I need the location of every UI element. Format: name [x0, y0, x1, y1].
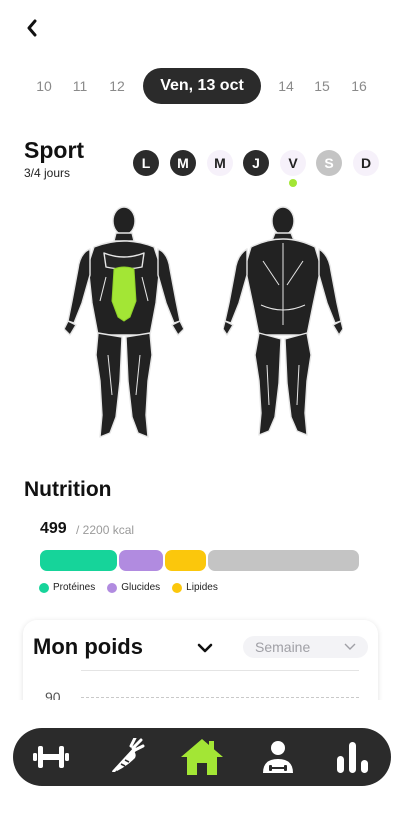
legend-label: Glucides — [121, 582, 161, 593]
legend-carbs: Glucides — [107, 582, 160, 593]
nav-workouts[interactable] — [28, 734, 74, 780]
card-divider — [81, 670, 359, 671]
kcal-value: 499 — [40, 520, 67, 537]
chevron-down-icon — [197, 643, 213, 653]
legend-label: Protéines — [53, 582, 96, 593]
weight-title: Mon poids — [33, 634, 143, 659]
body-front-icon[interactable] — [64, 205, 184, 441]
chevron-left-icon — [27, 19, 37, 37]
carbs-bar — [119, 550, 163, 571]
proteins-bar — [40, 550, 117, 571]
nav-profile[interactable] — [255, 734, 301, 780]
weekday-badge[interactable]: D — [353, 150, 379, 176]
legend-fats: Lipides — [172, 582, 218, 593]
nutrition-title: Nutrition — [24, 478, 112, 501]
weekday-badge[interactable]: J — [243, 150, 269, 176]
today-indicator — [289, 179, 297, 187]
date-strip: 10 11 12 Ven, 13 oct 14 15 16 — [0, 68, 404, 104]
dumbbell-icon — [33, 746, 69, 768]
home-icon — [181, 739, 223, 775]
nav-home[interactable] — [179, 734, 225, 780]
grid-line — [81, 697, 359, 698]
date-item[interactable]: 14 — [271, 68, 301, 104]
carbs-dot — [107, 582, 118, 593]
remaining-bar — [208, 550, 359, 571]
kcal-goal: / 2200 kcal — [76, 523, 135, 537]
proteins-dot — [39, 582, 49, 593]
body-back-icon[interactable] — [223, 205, 343, 441]
date-item[interactable]: 12 — [102, 68, 132, 104]
period-select-value: Semaine — [255, 639, 311, 655]
nav-nutrition[interactable] — [103, 734, 149, 780]
macro-legend: Protéines Glucides Lipides — [39, 582, 218, 593]
weekday-badge[interactable]: V — [280, 150, 306, 176]
sport-title: Sport — [24, 137, 85, 163]
nav-stats[interactable] — [330, 734, 376, 780]
weekday-badge[interactable]: L — [133, 150, 159, 176]
legend-proteins: Protéines — [39, 582, 95, 593]
date-item[interactable]: 11 — [65, 68, 95, 104]
back-button[interactable] — [20, 16, 44, 40]
period-select[interactable]: Semaine — [243, 636, 368, 658]
weekday-badge[interactable]: M — [170, 150, 196, 176]
weight-toggle-button[interactable] — [195, 638, 215, 658]
date-item[interactable]: 15 — [307, 68, 337, 104]
weekday-badge[interactable]: S — [316, 150, 342, 176]
date-item[interactable]: 16 — [344, 68, 374, 104]
chevron-down-icon — [344, 636, 356, 664]
selected-date[interactable]: Ven, 13 oct — [143, 68, 261, 104]
sport-progress: 3/4 jours — [24, 166, 71, 180]
legend-label: Lipides — [186, 582, 218, 593]
stats-icon — [337, 742, 368, 773]
fats-bar — [165, 550, 206, 571]
profile-icon — [263, 741, 293, 773]
weekday-badge[interactable]: M — [207, 150, 233, 176]
carrot-icon — [112, 738, 145, 772]
date-item[interactable]: 10 — [29, 68, 59, 104]
fats-dot — [172, 582, 183, 593]
bottom-nav — [13, 728, 391, 786]
